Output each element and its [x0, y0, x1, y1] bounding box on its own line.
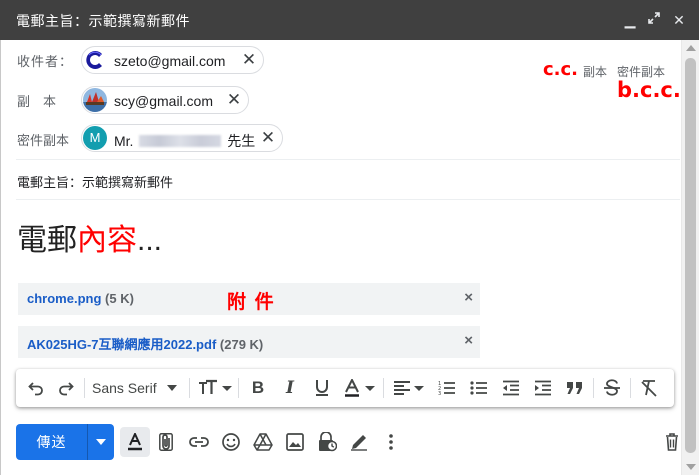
- formatting-toolbar: Sans Serif B I 123: [16, 369, 674, 407]
- toolbar-divider: [630, 378, 631, 398]
- body-text-3: ...: [137, 224, 163, 257]
- scrollbar[interactable]: [681, 40, 699, 475]
- formatting-options-icon[interactable]: [120, 427, 150, 457]
- strikethrough-icon[interactable]: [600, 369, 624, 407]
- toolbar-divider: [383, 378, 384, 398]
- bold-icon[interactable]: B: [246, 369, 270, 407]
- remove-attachment-icon[interactable]: ×: [464, 289, 473, 306]
- bcc-annotation: b.c.c.: [617, 78, 681, 102]
- cc-label: 副 本: [17, 94, 57, 109]
- to-label: 收件者：: [17, 54, 74, 69]
- cc-recipient-chip[interactable]: scy@gmail.com ✕: [81, 86, 249, 114]
- bcc-name: Mr. 先生: [114, 131, 255, 151]
- scrollbar-thumb[interactable]: [685, 58, 696, 453]
- attachment-size: (5 K): [105, 291, 134, 306]
- body-text-2: 內容: [77, 224, 137, 257]
- emoji-icon[interactable]: [216, 427, 246, 457]
- attachment-name[interactable]: AK025HG-7互聯網應用2022.pdf (279 K): [27, 334, 263, 353]
- compose-title-bar[interactable]: 電郵主旨：示範撰寫新郵件 ▁ ✕: [0, 0, 699, 40]
- compose-title: 電郵主旨：示範撰寫新郵件: [16, 13, 190, 29]
- redacted-name: [139, 135, 222, 147]
- bcc-recipient-chip[interactable]: M Mr. 先生 ✕: [81, 124, 283, 152]
- to-address: szeto@gmail.com: [114, 53, 226, 69]
- text-color-icon[interactable]: [342, 369, 378, 407]
- indent-more-icon[interactable]: [531, 369, 555, 407]
- font-size-icon[interactable]: [196, 369, 234, 407]
- close-icon[interactable]: ✕: [669, 10, 689, 30]
- remove-attachment-icon[interactable]: ×: [464, 332, 473, 349]
- confidential-mode-icon[interactable]: [312, 427, 342, 457]
- insert-link-icon[interactable]: [184, 427, 214, 457]
- more-options-icon[interactable]: [376, 427, 406, 457]
- bcc-name-suffix: 先生: [227, 133, 256, 149]
- attach-file-icon[interactable]: [151, 427, 181, 457]
- send-options-icon[interactable]: [88, 424, 114, 460]
- attachment-item[interactable]: AK025HG-7互聯網應用2022.pdf (279 K) ×: [18, 326, 480, 358]
- recipients-divider: [16, 159, 680, 160]
- window-border: [0, 40, 1, 475]
- toolbar-divider: [189, 378, 190, 398]
- quote-icon[interactable]: [563, 369, 587, 407]
- full-screen-icon[interactable]: [644, 10, 664, 30]
- remove-recipient-icon[interactable]: ✕: [240, 51, 258, 69]
- attachment-annotation: 附 件: [227, 291, 275, 313]
- attachment-name[interactable]: chrome.png (5 K): [27, 291, 134, 306]
- bcc-link[interactable]: 密件副本: [617, 65, 665, 79]
- italic-icon[interactable]: I: [278, 369, 302, 407]
- scroll-up-icon[interactable]: [686, 45, 696, 51]
- remove-recipient-icon[interactable]: ✕: [225, 91, 243, 109]
- toolbar-divider: [84, 378, 85, 398]
- subject-divider: [16, 199, 680, 200]
- attachment-size: (279 K): [219, 337, 264, 352]
- remove-recipient-icon[interactable]: ✕: [259, 129, 277, 147]
- toolbar-divider: [238, 378, 239, 398]
- align-icon[interactable]: [391, 369, 427, 407]
- svg-text:3: 3: [438, 391, 441, 396]
- signature-icon[interactable]: [344, 427, 374, 457]
- cc-annotation: c.c.: [543, 59, 579, 80]
- message-body[interactable]: 電郵內容...: [17, 215, 162, 259]
- subject-field[interactable]: 電郵主旨：示範撰寫新郵件: [17, 172, 173, 191]
- indent-less-icon[interactable]: [499, 369, 523, 407]
- remove-formatting-icon[interactable]: [637, 369, 661, 407]
- c-logo-avatar: [83, 48, 107, 72]
- redo-icon[interactable]: [54, 369, 78, 407]
- photo-avatar: [83, 88, 107, 112]
- toolbar-divider: [593, 378, 594, 398]
- undo-icon[interactable]: [24, 369, 48, 407]
- font-family-select[interactable]: Sans Serif: [92, 369, 186, 407]
- send-button-group: 傳送: [16, 424, 114, 460]
- font-family-value: Sans Serif: [92, 380, 157, 396]
- numbered-list-icon[interactable]: 123: [435, 369, 459, 407]
- cc-link[interactable]: 副本: [583, 65, 607, 79]
- bcc-name-prefix: Mr.: [114, 133, 134, 149]
- bulleted-list-icon[interactable]: [467, 369, 491, 407]
- initial-avatar: M: [83, 126, 107, 150]
- body-text-1: 電郵: [17, 224, 77, 257]
- discard-draft-icon[interactable]: [657, 427, 687, 457]
- insert-photo-icon[interactable]: [280, 427, 310, 457]
- google-drive-icon[interactable]: [248, 427, 278, 457]
- send-button[interactable]: 傳送: [16, 424, 87, 460]
- minimize-icon[interactable]: ▁: [620, 10, 640, 30]
- scroll-down-icon[interactable]: [686, 464, 696, 470]
- to-recipient-chip[interactable]: szeto@gmail.com ✕: [81, 46, 264, 74]
- underline-icon[interactable]: [310, 369, 334, 407]
- bcc-label: 密件副本: [17, 133, 70, 148]
- cc-address: scy@gmail.com: [114, 93, 214, 109]
